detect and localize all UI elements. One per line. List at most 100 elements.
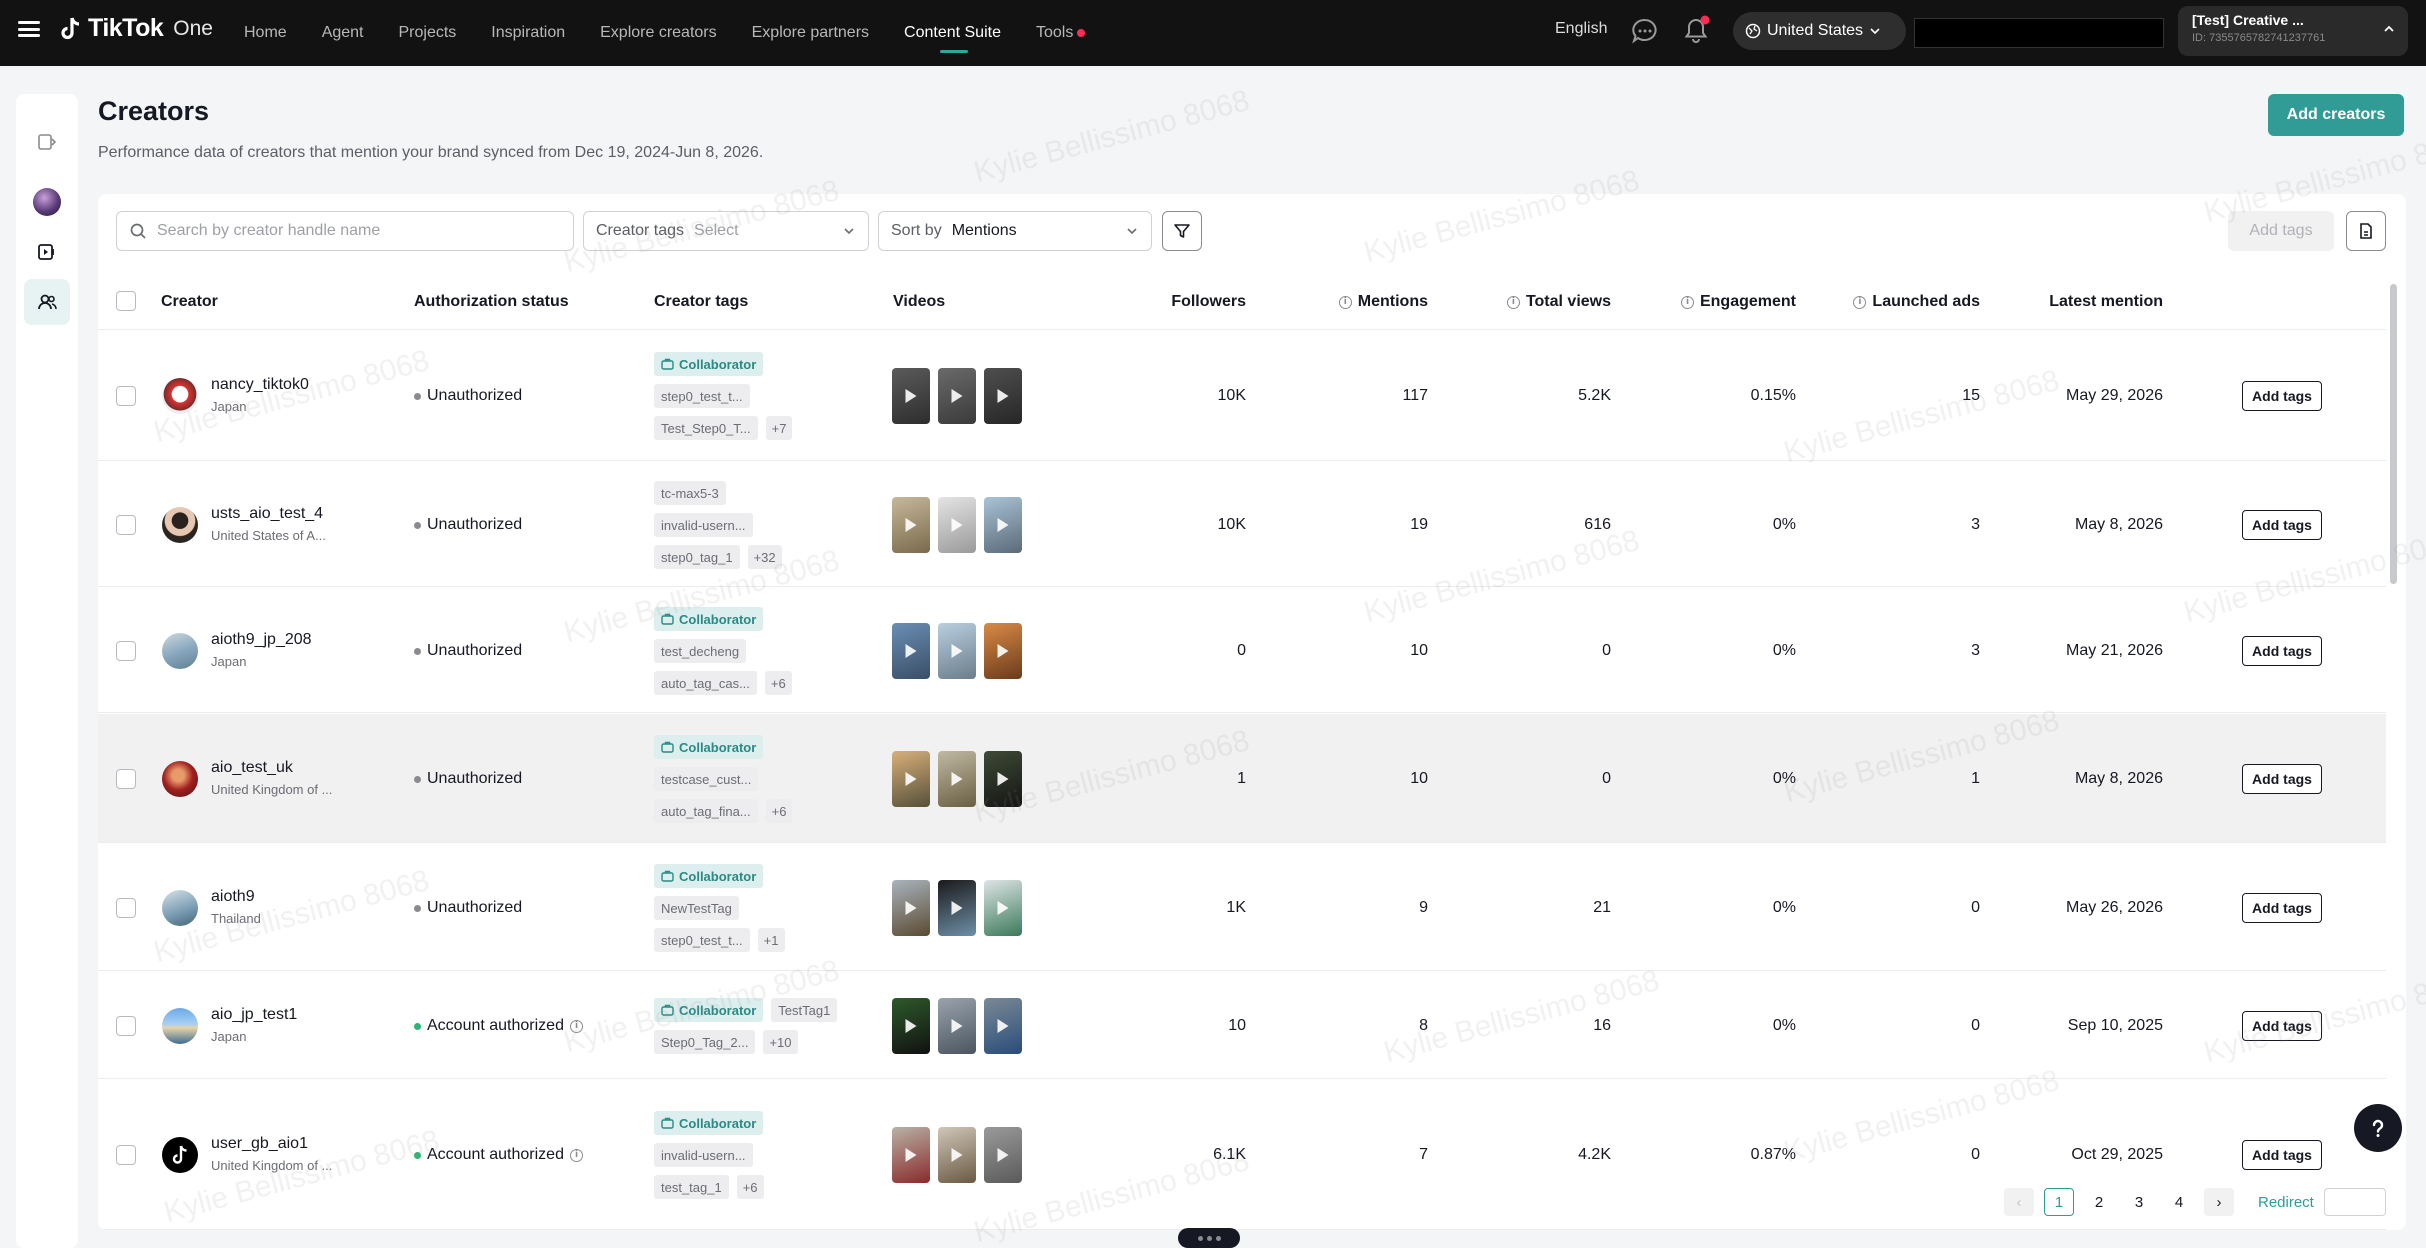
col-total-views[interactable]: i Total views [1458,274,1611,330]
region-selector[interactable]: United States [1733,12,1906,50]
info-icon[interactable]: i [1680,295,1694,309]
add-tags-button[interactable]: Add tags [2242,1140,2322,1170]
chat-icon[interactable] [1630,16,1660,46]
video-thumbnail[interactable] [984,880,1022,936]
table-scrollbar[interactable] [2388,274,2398,1174]
nav-tools[interactable]: Tools [1036,0,1086,66]
avatar[interactable] [162,890,198,926]
info-icon[interactable]: i [1853,295,1867,309]
creator-name[interactable]: aioth9 [211,888,255,906]
col-launched-ads[interactable]: i Launched ads [1828,274,1980,330]
more-tags-badge[interactable]: +6 [765,799,793,823]
redirect-label[interactable]: Redirect [2258,1194,2314,1211]
collaborator-tag[interactable]: Collaborator [654,352,764,376]
video-thumbnail[interactable] [892,880,930,936]
collaborator-tag[interactable]: Collaborator [654,1111,764,1135]
add-tags-button[interactable]: Add tags [2242,1011,2322,1041]
video-thumbnail[interactable] [892,623,930,679]
creator-name[interactable]: user_gb_aio1 [211,1135,308,1153]
help-button[interactable] [2354,1104,2402,1152]
video-thumbnail[interactable] [892,368,930,424]
more-tags-badge[interactable]: +6 [736,1175,764,1199]
redirect-page-input[interactable] [2323,1188,2386,1216]
creator-tag[interactable]: step0_tag_1 [654,545,740,569]
col-videos[interactable]: Videos [893,274,945,330]
creator-tag[interactable]: auto_tag_fina... [654,799,758,823]
creator-name[interactable]: nancy_tiktok0 [211,376,309,394]
creator-tag[interactable]: test_decheng [654,639,747,663]
video-thumbnail[interactable] [892,751,930,807]
language-selector[interactable]: English [1555,20,1607,38]
export-button[interactable] [2346,211,2386,251]
collapse-sidebar-icon[interactable] [24,119,70,165]
table-row[interactable]: aio_test_uk United Kingdom of ... Unauthor… [98,714,2386,843]
row-checkbox[interactable] [116,1145,136,1165]
page-2[interactable]: 2 [2084,1188,2114,1216]
bell-icon[interactable] [1680,14,1712,46]
nav-content-suite[interactable]: Content Suite [904,0,1001,66]
filter-button[interactable] [1162,211,1202,251]
nav-home[interactable]: Home [244,0,287,66]
video-thumbnail[interactable] [984,751,1022,807]
row-checkbox[interactable] [116,769,136,789]
add-tags-button[interactable]: Add tags [2242,510,2322,540]
creator-tag[interactable]: tc-max5-3 [654,481,726,505]
add-tags-button[interactable]: Add tags [2242,381,2322,411]
col-creator[interactable]: Creator [161,274,218,330]
table-row[interactable]: aioth9_jp_208 Japan Unauthorized Collaborat… [98,588,2386,713]
bulk-add-tags-button[interactable]: Add tags [2228,211,2334,251]
avatar[interactable] [162,633,198,669]
row-checkbox[interactable] [116,641,136,661]
info-icon[interactable]: i [569,1148,583,1162]
table-row[interactable]: usts_aio_test_4 United States of A... Unau… [98,462,2386,587]
nav-inspiration[interactable]: Inspiration [491,0,565,66]
creator-name[interactable]: aio_jp_test1 [211,1006,297,1024]
more-tags-badge[interactable]: +6 [764,671,792,695]
avatar[interactable] [162,378,198,414]
nav-agent[interactable]: Agent [322,0,364,66]
video-thumbnail[interactable] [984,497,1022,553]
creator-name[interactable]: usts_aio_test_4 [211,505,323,523]
creator-tag[interactable]: invalid-usern... [654,513,753,537]
select-all-checkbox[interactable] [116,291,136,311]
col-engagement[interactable]: i Engagement [1648,274,1796,330]
col-creator-tags[interactable]: Creator tags [654,274,748,330]
col-auth-status[interactable]: Authorization status [414,274,569,330]
row-checkbox[interactable] [116,515,136,535]
collaborator-tag[interactable]: Collaborator [654,864,764,888]
account-switcher[interactable]: [Test] Creative ... ID: 7355765782741237… [2178,6,2408,56]
tiktok-one-logo[interactable]: TikTok One [60,14,213,43]
next-page-button[interactable]: › [2204,1188,2234,1216]
avatar[interactable] [162,1137,198,1173]
page-3[interactable]: 3 [2124,1188,2154,1216]
avatar[interactable] [162,507,198,543]
creator-tag[interactable]: step0_test_t... [654,928,750,952]
add-tags-button[interactable]: Add tags [2242,893,2322,923]
video-thumbnail[interactable] [892,1127,930,1183]
video-thumbnail[interactable] [938,1127,976,1183]
more-tags-badge[interactable]: +10 [763,1030,798,1054]
creator-name[interactable]: aio_test_uk [211,759,293,777]
search-box[interactable] [116,211,574,251]
video-thumbnail[interactable] [984,623,1022,679]
creators-icon[interactable] [24,279,70,325]
col-mentions[interactable]: i Mentions [1278,274,1428,330]
col-followers[interactable]: Followers [1098,274,1246,330]
collaborator-tag[interactable]: Collaborator [654,607,764,631]
creator-tags-select[interactable]: Creator tags Select [583,211,869,251]
search-input[interactable] [157,222,557,240]
creator-tag[interactable]: test_tag_1 [654,1175,729,1199]
page-1[interactable]: 1 [2044,1188,2074,1216]
rail-avatar[interactable] [24,179,70,225]
add-tags-button[interactable]: Add tags [2242,636,2322,666]
video-thumbnail[interactable] [938,751,976,807]
prev-page-button[interactable]: ‹ [2004,1188,2034,1216]
add-creators-button[interactable]: Add creators [2268,94,2404,136]
avatar[interactable] [162,1008,198,1044]
video-thumbnail[interactable] [938,368,976,424]
creator-tag[interactable]: NewTestTag [654,896,739,920]
video-thumbnail[interactable] [984,1127,1022,1183]
menu-icon[interactable] [18,18,40,40]
info-icon[interactable]: i [1506,295,1520,309]
more-tags-badge[interactable]: +1 [757,928,785,952]
